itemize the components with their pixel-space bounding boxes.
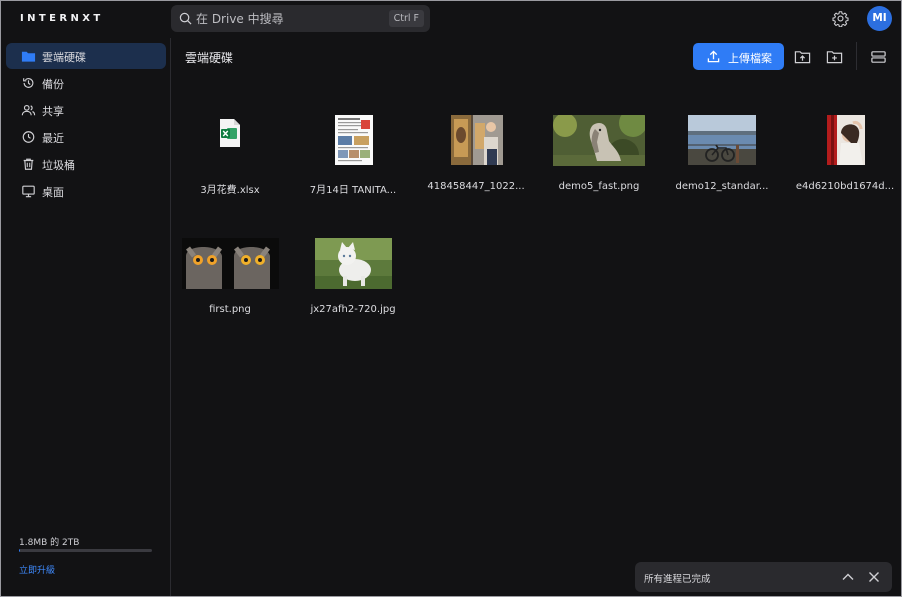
image-preview — [315, 238, 392, 289]
sidebar-item-label: 桌面 — [42, 186, 64, 199]
search-icon — [179, 12, 192, 25]
sidebar-item-drive[interactable]: 雲端硬碟 — [6, 43, 166, 69]
sidebar-item-label: 垃圾桶 — [42, 159, 75, 172]
storage-usage-bar — [19, 549, 152, 552]
clock-icon — [22, 131, 35, 143]
breadcrumb[interactable]: 雲端硬碟 — [185, 49, 233, 66]
file-thumbnail — [295, 115, 411, 173]
search-box[interactable]: Ctrl F — [171, 5, 430, 32]
file-item[interactable]: demo5_fast.png — [541, 115, 657, 211]
image-preview — [827, 115, 865, 165]
list-view-icon[interactable] — [870, 49, 887, 65]
file-item[interactable]: demo12_standar... — [664, 115, 780, 211]
file-thumbnail — [172, 115, 288, 173]
storage-usage-text: 1.8MB 的 2TB — [19, 538, 80, 548]
file-thumbnail — [418, 115, 534, 173]
file-name: jx27afh2-720.jpg — [310, 304, 396, 315]
upgrade-link[interactable]: 立即升級 — [19, 563, 55, 576]
sidebar: 雲端硬碟 備份 共享 最近 垃圾桶 桌面 1.8MB 的 2TB 立即升級 — [1, 38, 171, 596]
trash-icon — [23, 158, 34, 170]
upload-button-label: 上傳檔案 — [728, 52, 772, 65]
sidebar-item-trash[interactable]: 垃圾桶 — [6, 151, 166, 177]
history-icon — [23, 78, 34, 88]
status-toast: 所有進程已完成 — [635, 562, 892, 592]
sidebar-item-label: 最近 — [42, 132, 64, 145]
file-thumbnail — [295, 238, 411, 296]
chevron-up-icon[interactable] — [840, 569, 856, 585]
file-thumbnail — [787, 115, 901, 173]
image-preview — [688, 115, 756, 165]
file-item[interactable]: jx27afh2-720.jpg — [295, 238, 411, 334]
storage-usage-fill — [19, 549, 21, 552]
upload-files-button[interactable]: 上傳檔案 — [693, 43, 784, 70]
file-name: demo12_standar... — [675, 181, 769, 192]
sidebar-item-label: 備份 — [42, 78, 64, 91]
file-thumbnail — [664, 115, 780, 173]
desktop-icon — [22, 185, 35, 198]
excel-file-icon — [220, 119, 240, 147]
sidebar-item-shared[interactable]: 共享 — [6, 97, 166, 123]
file-name: e4d6210bd1674d... — [795, 181, 895, 192]
image-preview — [182, 238, 279, 289]
upload-icon — [707, 50, 720, 63]
search-shortcut-badge: Ctrl F — [388, 10, 424, 27]
image-preview — [553, 115, 645, 166]
file-name: 3月花費.xlsx — [200, 185, 260, 196]
document-preview — [335, 115, 373, 165]
users-icon — [21, 104, 36, 116]
file-name: demo5_fast.png — [558, 181, 640, 192]
sidebar-item-backups[interactable]: 備份 — [6, 70, 166, 96]
file-item[interactable]: first.png — [172, 238, 288, 334]
folder-icon — [21, 51, 36, 62]
file-name: 418458447_1022... — [427, 181, 525, 192]
file-thumbnail — [172, 238, 288, 296]
toast-text: 所有進程已完成 — [644, 574, 711, 585]
file-thumbnail — [541, 115, 657, 173]
app-logo: INTERNXT — [20, 13, 104, 24]
sidebar-item-recent[interactable]: 最近 — [6, 124, 166, 150]
new-folder-icon[interactable] — [826, 49, 843, 65]
sidebar-item-label: 雲端硬碟 — [42, 51, 86, 64]
file-item[interactable]: 7月14日 TANITA... — [295, 115, 411, 211]
app-window: INTERNXT Ctrl F MI 雲端硬碟 — [0, 0, 902, 597]
main-content: 雲端硬碟 上傳檔案 3月花費.xlsx 7月14日 TANITA... 4184… — [172, 38, 901, 596]
toolbar-divider — [856, 42, 857, 70]
file-name: 7月14日 TANITA... — [309, 185, 397, 196]
image-preview — [451, 115, 503, 165]
avatar[interactable]: MI — [867, 6, 892, 31]
top-bar: INTERNXT Ctrl F MI — [1, 1, 901, 38]
search-input[interactable] — [196, 9, 381, 28]
sidebar-item-label: 共享 — [42, 105, 64, 118]
close-icon[interactable] — [866, 569, 882, 585]
sidebar-item-desktop[interactable]: 桌面 — [6, 178, 166, 204]
file-item[interactable]: e4d6210bd1674d... — [787, 115, 901, 211]
file-item[interactable]: 418458447_1022... — [418, 115, 534, 211]
gear-icon[interactable] — [832, 10, 849, 27]
upload-folder-icon[interactable] — [794, 49, 811, 65]
file-name: first.png — [209, 304, 251, 315]
file-item[interactable]: 3月花費.xlsx — [172, 115, 288, 211]
